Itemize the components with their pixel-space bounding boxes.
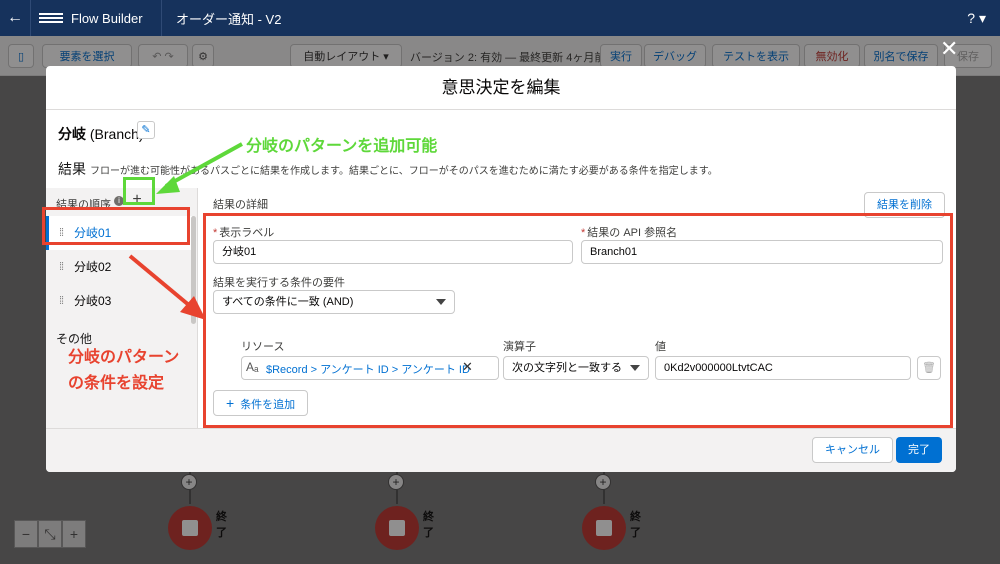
app-header: ← Flow Builder オーダー通知 - V2 ? ▾ [0, 0, 1000, 36]
divider [161, 0, 162, 36]
flow-name: オーダー通知 - V2 [176, 11, 282, 27]
annotation-green-text: 分岐のパターンを追加可能 [246, 138, 438, 155]
modal-footer: キャンセル 完了 [46, 428, 956, 472]
annotation-red-box-outcome [42, 207, 190, 245]
node-title: 分岐 (Branch) [58, 124, 144, 144]
annotation-red-arrow [128, 254, 206, 320]
divider [30, 0, 31, 36]
results-heading: 結果 [58, 161, 86, 177]
close-icon[interactable]: ✕ [940, 36, 958, 62]
back-arrow-icon[interactable]: ← [0, 9, 30, 27]
flow-builder-logo-icon [39, 13, 63, 23]
app-name: Flow Builder [71, 10, 143, 26]
annotation-red-text: 分岐のパターン の条件を設定 [68, 349, 180, 392]
annotation-green-arrow [156, 142, 243, 194]
edit-pencil-icon[interactable]: ✎ [137, 121, 155, 139]
outcome-label: 分岐03 [74, 294, 112, 308]
outcome-label: 分岐02 [74, 260, 112, 274]
drag-handle-icon[interactable]: ⁞⁞ [59, 250, 64, 284]
annotation-red-box-detail [203, 213, 953, 428]
cancel-button[interactable]: キャンセル [812, 437, 893, 463]
node-name: 分岐 [58, 126, 86, 142]
done-button[interactable]: 完了 [896, 437, 942, 463]
help-icon[interactable]: ? ▾ [967, 10, 986, 27]
modal-title: 意思決定を編集 [46, 66, 956, 110]
node-api-name: (Branch) [89, 126, 144, 142]
drag-handle-icon[interactable]: ⁞⁞ [59, 284, 64, 318]
